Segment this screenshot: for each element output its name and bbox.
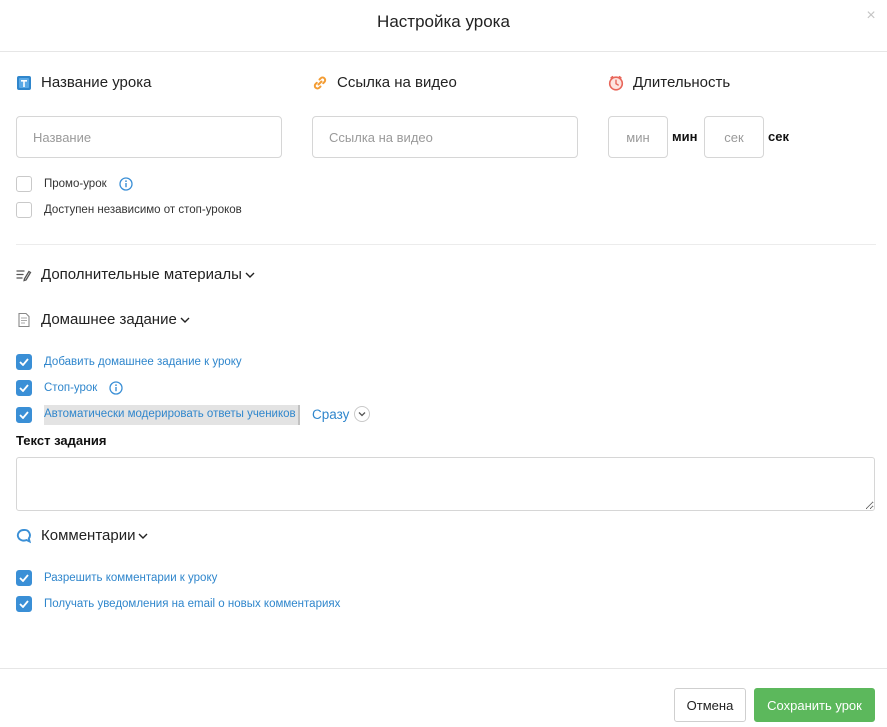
promo-lesson-checkbox[interactable] bbox=[16, 176, 32, 192]
moderation-timing-dropdown[interactable]: Сразу bbox=[312, 406, 371, 422]
minutes-input[interactable] bbox=[608, 116, 668, 158]
independent-label: Доступен независимо от стоп-уроков bbox=[44, 204, 242, 216]
promo-lesson-option[interactable]: Промо-урок bbox=[16, 176, 133, 192]
chevron-down-icon bbox=[180, 311, 190, 328]
allow-comments-label: Разрешить комментарии к уроку bbox=[44, 572, 218, 584]
lesson-name-heading: Название урока bbox=[16, 74, 151, 91]
save-lesson-button[interactable]: Сохранить урок bbox=[754, 688, 875, 722]
modal-title: Настройка урока bbox=[377, 12, 510, 31]
info-icon[interactable] bbox=[118, 177, 133, 191]
stop-lesson-option[interactable]: Стоп-урок bbox=[16, 380, 123, 396]
chevron-down-icon bbox=[354, 406, 371, 422]
auto-moderate-label: Автоматически модерировать ответы ученик… bbox=[44, 405, 300, 425]
allow-comments-checkbox[interactable] bbox=[16, 570, 32, 586]
comment-icon bbox=[16, 528, 32, 544]
independent-checkbox[interactable] bbox=[16, 202, 32, 218]
document-icon bbox=[16, 312, 32, 328]
promo-lesson-label: Промо-урок bbox=[44, 178, 107, 190]
cancel-button[interactable]: Отмена bbox=[674, 688, 746, 722]
chevron-down-icon bbox=[245, 267, 255, 282]
stop-lesson-checkbox[interactable] bbox=[16, 380, 32, 396]
comments-toggle[interactable]: Комментарии bbox=[16, 527, 148, 544]
task-text-textarea[interactable] bbox=[16, 457, 875, 511]
materials-icon bbox=[16, 267, 32, 283]
add-homework-checkbox[interactable] bbox=[16, 354, 32, 370]
video-link-heading: Ссылка на видео bbox=[312, 74, 457, 91]
duration-title: Длительность bbox=[633, 74, 731, 91]
stop-lesson-label: Стоп-урок bbox=[44, 382, 98, 394]
add-homework-option[interactable]: Добавить домашнее задание к уроку bbox=[16, 354, 242, 370]
email-notifications-option[interactable]: Получать уведомления на email о новых ко… bbox=[16, 596, 340, 612]
add-homework-label: Добавить домашнее задание к уроку bbox=[44, 356, 242, 368]
lesson-name-title: Название урока bbox=[41, 74, 152, 91]
section-divider bbox=[16, 244, 876, 245]
footer-divider bbox=[0, 668, 887, 669]
email-notifications-label: Получать уведомления на email о новых ко… bbox=[44, 598, 341, 610]
independent-option[interactable]: Доступен независимо от стоп-уроков bbox=[16, 202, 242, 218]
email-notifications-checkbox[interactable] bbox=[16, 596, 32, 612]
clock-icon bbox=[608, 75, 624, 91]
video-link-input[interactable] bbox=[312, 116, 578, 158]
minutes-unit-label: мин bbox=[672, 129, 698, 144]
close-icon[interactable]: × bbox=[863, 8, 879, 24]
extra-materials-title: Дополнительные материалы bbox=[41, 266, 242, 283]
duration-heading: Длительность bbox=[608, 74, 730, 91]
auto-moderate-option[interactable]: Автоматически модерировать ответы ученик… bbox=[16, 405, 300, 425]
allow-comments-option[interactable]: Разрешить комментарии к уроку bbox=[16, 570, 217, 586]
info-icon[interactable] bbox=[109, 381, 123, 395]
auto-moderate-checkbox[interactable] bbox=[16, 407, 32, 423]
comments-title: Комментарии bbox=[41, 527, 136, 544]
task-text-label: Текст задания bbox=[16, 433, 107, 448]
moderation-timing-value: Сразу bbox=[312, 406, 350, 422]
video-link-title: Ссылка на видео bbox=[337, 74, 457, 91]
seconds-input[interactable] bbox=[704, 116, 764, 158]
link-icon bbox=[312, 75, 328, 91]
extra-materials-toggle[interactable]: Дополнительные материалы bbox=[16, 266, 255, 283]
homework-toggle[interactable]: Домашнее задание bbox=[16, 311, 190, 328]
lesson-name-input[interactable] bbox=[16, 116, 282, 158]
seconds-unit-label: сек bbox=[768, 129, 789, 144]
title-icon bbox=[16, 75, 32, 91]
modal-header: Настройка урока × bbox=[0, 0, 887, 52]
homework-title: Домашнее задание bbox=[41, 311, 177, 328]
chevron-down-icon bbox=[138, 527, 148, 544]
